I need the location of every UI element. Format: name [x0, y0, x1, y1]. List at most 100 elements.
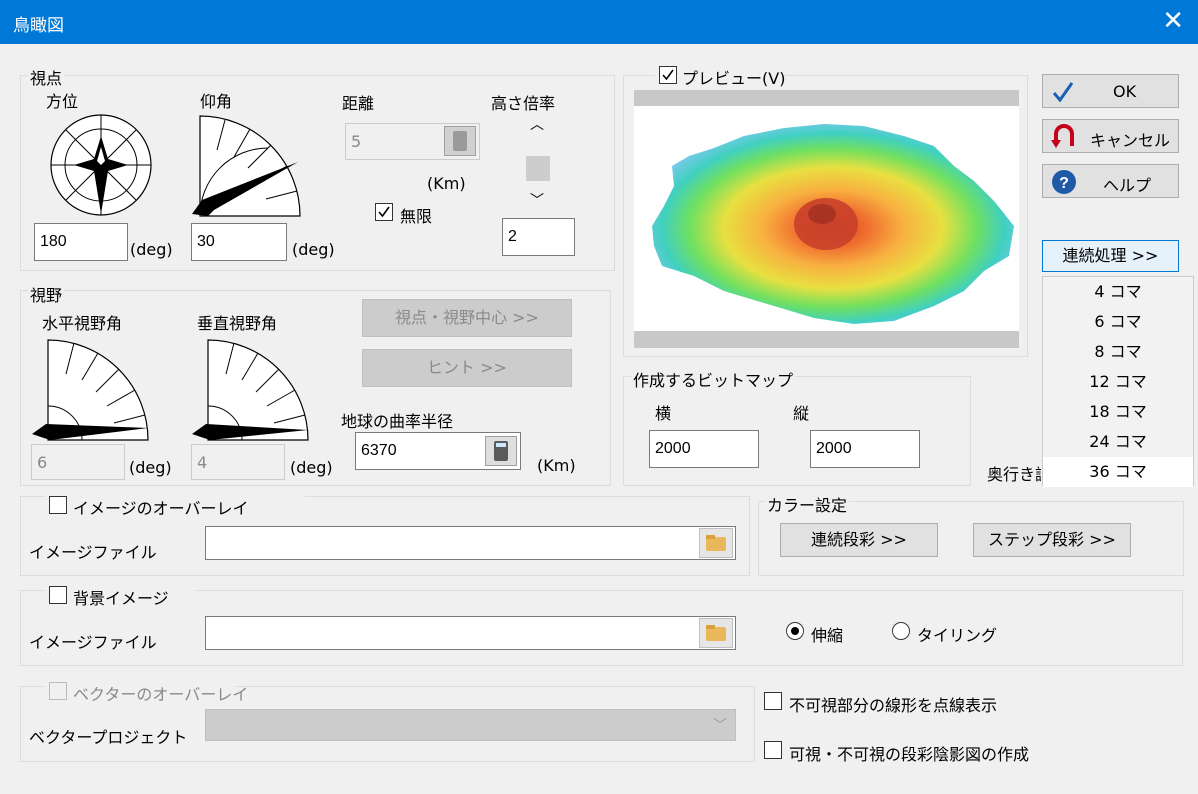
help-icon: ? — [1052, 170, 1076, 194]
calculator-icon[interactable] — [485, 436, 517, 466]
vector-project-select[interactable]: ﹀ — [205, 709, 736, 741]
title-bar: 鳥瞰図 ✕ — [0, 0, 1198, 44]
batch-item-4[interactable]: 4 コマ — [1043, 277, 1193, 307]
height-scale-input[interactable] — [502, 218, 575, 256]
preview-label: プレビュー(V) — [682, 69, 786, 88]
batch-dropdown-menu: 4 コマ 6 コマ 8 コマ 12 コマ 18 コマ 24 コマ 36 コマ — [1042, 276, 1194, 487]
tiling-label: タイリング — [917, 626, 998, 645]
vector-overlay-header: ベクターのオーバーレイ — [45, 680, 248, 704]
preview-checkbox[interactable] — [659, 66, 677, 84]
azimuth-input[interactable] — [34, 223, 128, 261]
visibility-shade-map-label: 可視・不可視の段彩陰影図の作成 — [789, 745, 1030, 764]
batch-item-36[interactable]: 36 コマ — [1043, 457, 1193, 487]
elevation-unit: (deg) — [292, 240, 335, 259]
image-file-label: イメージファイル — [29, 543, 157, 562]
folder-icon[interactable] — [699, 618, 733, 648]
stretch-label: 伸縮 — [811, 626, 844, 645]
image-file-input[interactable] — [205, 526, 736, 560]
image-overlay-checkbox[interactable] — [49, 496, 67, 514]
horizontal-fov-input[interactable]: 6 — [31, 444, 125, 480]
preview-image — [634, 90, 1019, 348]
distance-label: 距離 — [342, 94, 375, 113]
viewpoint-group-label: 視点 — [28, 65, 65, 89]
azimuth-unit: (deg) — [130, 240, 173, 259]
height-scale-scrollbar[interactable]: ︿ ﹀ — [524, 112, 552, 212]
vertical-fov-dial[interactable] — [190, 334, 310, 444]
preview-label-wrap: プレビュー(V) — [655, 64, 786, 88]
ok-button[interactable]: OK — [1042, 74, 1179, 108]
azimuth-compass[interactable] — [48, 112, 154, 218]
batch-process-button[interactable]: 連続処理 >> — [1042, 240, 1179, 272]
bitmap-width-input[interactable] — [649, 430, 759, 468]
close-icon[interactable]: ✕ — [1162, 6, 1184, 36]
height-scale-label: 高さ倍率 — [491, 94, 556, 113]
batch-item-6[interactable]: 6 コマ — [1043, 307, 1193, 337]
batch-item-24[interactable]: 24 コマ — [1043, 427, 1193, 457]
background-file-input[interactable] — [205, 616, 736, 650]
background-file-label: イメージファイル — [29, 633, 157, 652]
infinite-checkbox[interactable] — [375, 203, 393, 221]
check-icon — [662, 69, 674, 81]
scroll-down-icon[interactable]: ﹀ — [530, 190, 544, 210]
batch-item-12[interactable]: 12 コマ — [1043, 367, 1193, 397]
vertical-fov-value: 4 — [197, 453, 208, 472]
vertical-fov-unit: (deg) — [290, 458, 333, 477]
dashed-hidden-lines-checkbox[interactable] — [764, 692, 782, 710]
check-icon — [378, 206, 390, 218]
image-overlay-header: イメージのオーバーレイ — [45, 494, 305, 518]
help-button-label: ヘルプ — [1103, 176, 1152, 195]
vector-overlay-checkbox[interactable] — [49, 682, 67, 700]
fov-group-label: 視野 — [28, 282, 65, 306]
folder-icon[interactable] — [699, 528, 733, 558]
terrain-render — [652, 124, 1014, 324]
earth-radius-label: 地球の曲率半径 — [341, 412, 454, 431]
batch-item-18[interactable]: 18 コマ — [1043, 397, 1193, 427]
viewpoint-center-button[interactable]: 視点・視野中心 >> — [362, 299, 572, 337]
infinite-label: 無限 — [400, 207, 433, 226]
scroll-up-icon[interactable]: ︿ — [530, 114, 544, 134]
distance-unit: (Km) — [427, 174, 466, 193]
chevron-down-icon: ﹀ — [713, 718, 727, 734]
elevation-input[interactable] — [191, 223, 287, 261]
hidden-depth-label: 奥行き調 — [987, 465, 1041, 484]
cancel-button-label: キャンセル — [1090, 131, 1171, 150]
continuous-tint-button[interactable]: 連続段彩 >> — [780, 523, 938, 557]
distance-value: 5 — [351, 132, 362, 151]
horizontal-fov-dial[interactable] — [30, 334, 150, 444]
horizontal-fov-label: 水平視野角 — [42, 314, 123, 333]
checkmark-icon — [1052, 82, 1074, 103]
bitmap-height-input[interactable] — [810, 430, 920, 468]
window-title: 鳥瞰図 — [13, 16, 64, 36]
background-image-checkbox[interactable] — [49, 586, 67, 604]
image-overlay-label: イメージのオーバーレイ — [73, 499, 249, 518]
stretch-radio[interactable] — [786, 622, 804, 640]
preview-top-bar — [634, 90, 1019, 106]
vector-overlay-label: ベクターのオーバーレイ — [73, 685, 249, 704]
horizontal-fov-unit: (deg) — [129, 458, 172, 477]
color-settings-label: カラー設定 — [765, 492, 850, 516]
tiling-radio[interactable] — [892, 622, 910, 640]
batch-item-8[interactable]: 8 コマ — [1043, 337, 1193, 367]
background-image-label: 背景イメージ — [73, 589, 169, 608]
dashed-hidden-lines-label: 不可視部分の線形を点線表示 — [789, 696, 998, 715]
svg-text:?: ? — [1059, 175, 1069, 192]
scroll-thumb[interactable] — [526, 156, 550, 181]
elevation-dial[interactable] — [190, 114, 304, 220]
earth-radius-unit: (Km) — [537, 456, 576, 475]
step-tint-button[interactable]: ステップ段彩 >> — [973, 523, 1131, 557]
bitmap-height-label: 縦 — [793, 404, 810, 423]
hint-button[interactable]: ヒント >> — [362, 349, 572, 387]
elevation-label: 仰角 — [200, 92, 233, 111]
undo-arrow-icon — [1051, 124, 1074, 148]
bitmap-width-label: 横 — [655, 404, 672, 423]
vector-project-label: ベクタープロジェクト — [29, 728, 188, 747]
vertical-fov-input[interactable]: 4 — [191, 444, 285, 480]
bitmap-group-label: 作成するビットマップ — [631, 367, 796, 391]
visibility-shade-map-checkbox[interactable] — [764, 741, 782, 759]
preview-bottom-bar — [634, 331, 1019, 348]
help-button[interactable]: ? ヘルプ — [1042, 164, 1179, 198]
azimuth-label: 方位 — [46, 92, 79, 111]
cancel-button[interactable]: キャンセル — [1042, 119, 1179, 153]
vertical-fov-label: 垂直視野角 — [197, 314, 278, 333]
calculator-icon[interactable] — [444, 126, 476, 156]
